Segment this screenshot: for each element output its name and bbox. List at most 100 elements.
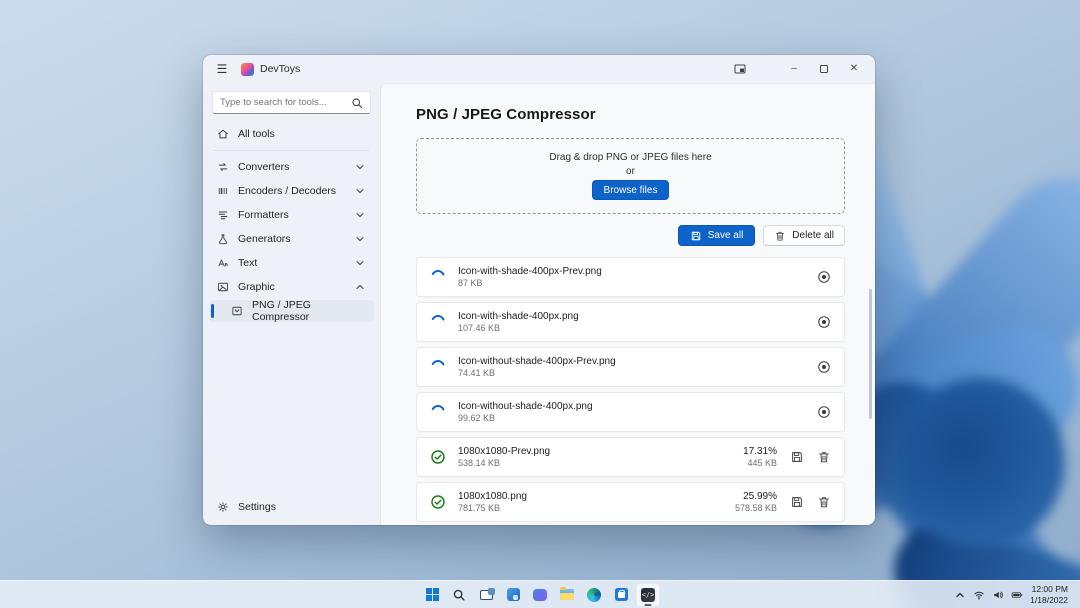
save-file-button[interactable] [790,495,804,509]
save-all-label: Save all [708,230,744,241]
network-icon[interactable] [973,589,985,601]
clock-time: 12:00 PM [1030,584,1068,595]
edge-button[interactable] [582,583,606,607]
devtoys-logo-icon [241,63,254,76]
sidebar-item-text[interactable]: Text [209,252,374,274]
cancel-compression-button[interactable] [817,315,831,329]
file-original-size: 538.14 KB [458,458,550,468]
compressed-size: 578.58 KB [735,503,777,513]
task-view-button[interactable] [474,583,498,607]
page-title: PNG / JPEG Compressor [416,106,845,123]
cancel-compression-button[interactable] [817,405,831,419]
delete-file-button[interactable] [817,495,831,509]
windows-logo-icon [426,588,439,601]
minimize-icon: – [791,64,797,74]
start-button[interactable] [420,583,444,607]
home-icon [217,128,229,140]
battery-icon[interactable] [1011,589,1023,601]
save-icon [690,230,702,242]
devtoys-taskbar-button[interactable]: </> [636,583,660,607]
close-icon: ✕ [850,64,858,74]
delete-all-label: Delete all [792,230,834,241]
sidebar-item-label: Generators [238,233,291,245]
dropzone-instruction: Drag & drop PNG or JPEG files here [549,152,711,163]
file-explorer-icon [560,589,574,600]
converters-icon [217,161,229,173]
cancel-compression-button[interactable] [817,360,831,374]
devtoys-window: ☰ DevToys – ✕ [203,55,875,525]
sidebar-item-label: Encoders / Decoders [238,185,336,197]
system-tray: 12:00 PM 1/18/2022 [954,581,1080,608]
file-row: 1080x1080-Prev.png 538.14 KB 17.31% 445 … [416,437,845,477]
chevron-down-icon [354,185,366,197]
save-file-button[interactable] [790,450,804,464]
maximize-button[interactable] [809,58,839,80]
close-button[interactable]: ✕ [839,58,869,80]
sidebar-item-all-tools[interactable]: All tools [209,123,374,145]
scrollbar[interactable] [869,289,872,419]
compressor-tool-icon [231,305,243,317]
maximize-icon [820,65,828,73]
store-button[interactable] [609,583,633,607]
file-row: 1080x1080.png 781.75 KB 25.99% 578.58 KB [416,482,845,522]
window-title: DevToys [260,63,300,75]
volume-icon[interactable] [992,589,1004,601]
graphic-icon [217,281,229,293]
generators-icon [217,233,229,245]
file-name: Icon-with-shade-400px.png [458,311,579,322]
taskbar-search-button[interactable] [447,583,471,607]
gear-icon [217,501,229,513]
chevron-down-icon [354,161,366,173]
save-all-button[interactable]: Save all [678,225,756,246]
chevron-down-icon [354,209,366,221]
file-original-size: 781.75 KB [458,503,527,513]
desktop: ☰ DevToys – ✕ [0,0,1080,608]
sidebar-item-encoders-decoders[interactable]: Encoders / Decoders [209,180,374,202]
sidebar-item-converters[interactable]: Converters [209,156,374,178]
chevron-down-icon [354,257,366,269]
compact-overlay-button[interactable] [727,58,753,80]
tool-search-box[interactable] [212,91,371,114]
store-icon [615,588,628,601]
file-name: Icon-without-shade-400px.png [458,401,593,412]
file-dropzone[interactable]: Drag & drop PNG or JPEG files here or Br… [416,138,845,214]
sidebar-item-generators[interactable]: Generators [209,228,374,250]
browse-files-button[interactable]: Browse files [592,180,670,200]
taskbar: </> 12:00 PM 1/18/2022 [0,580,1080,608]
file-original-size: 107.46 KB [458,323,579,333]
check-circle-icon [430,449,446,465]
delete-all-button[interactable]: Delete all [763,225,845,246]
sidebar-item-formatters[interactable]: Formatters [209,204,374,226]
sidebar-item-graphic[interactable]: Graphic [209,276,374,298]
search-input[interactable] [220,97,345,108]
file-name: Icon-with-shade-400px-Prev.png [458,266,602,277]
sidebar-item-settings[interactable]: Settings [209,496,374,518]
file-original-size: 99.62 KB [458,413,593,423]
chat-button[interactable] [528,583,552,607]
sidebar-item-png-jpeg-compressor[interactable]: PNG / JPEG Compressor [209,300,374,322]
taskbar-clock[interactable]: 12:00 PM 1/18/2022 [1030,584,1068,605]
compact-overlay-icon [734,63,746,75]
file-name: 1080x1080.png [458,491,527,502]
titlebar: ☰ DevToys – ✕ [203,55,875,83]
compression-percent: 17.31% [743,446,777,457]
clock-date: 1/18/2022 [1030,595,1068,606]
progress-spinner-icon [430,269,446,285]
file-original-size: 87 KB [458,278,602,288]
sidebar-item-label: All tools [238,128,275,140]
devtoys-app-icon: </> [641,588,655,602]
progress-spinner-icon [430,359,446,375]
nav-menu-button[interactable]: ☰ [209,58,235,80]
text-icon [217,257,229,269]
cancel-compression-button[interactable] [817,270,831,284]
tray-chevron-up-icon[interactable] [954,589,966,601]
delete-file-button[interactable] [817,450,831,464]
sidebar-item-label: Graphic [238,281,275,293]
minimize-button[interactable]: – [779,58,809,80]
progress-spinner-icon [430,404,446,420]
main-content: PNG / JPEG Compressor Drag & drop PNG or… [380,83,875,525]
file-explorer-button[interactable] [555,583,579,607]
compressed-size: 445 KB [743,458,777,468]
file-row: Icon-with-shade-400px.png 107.46 KB [416,302,845,342]
widgets-button[interactable] [501,583,525,607]
